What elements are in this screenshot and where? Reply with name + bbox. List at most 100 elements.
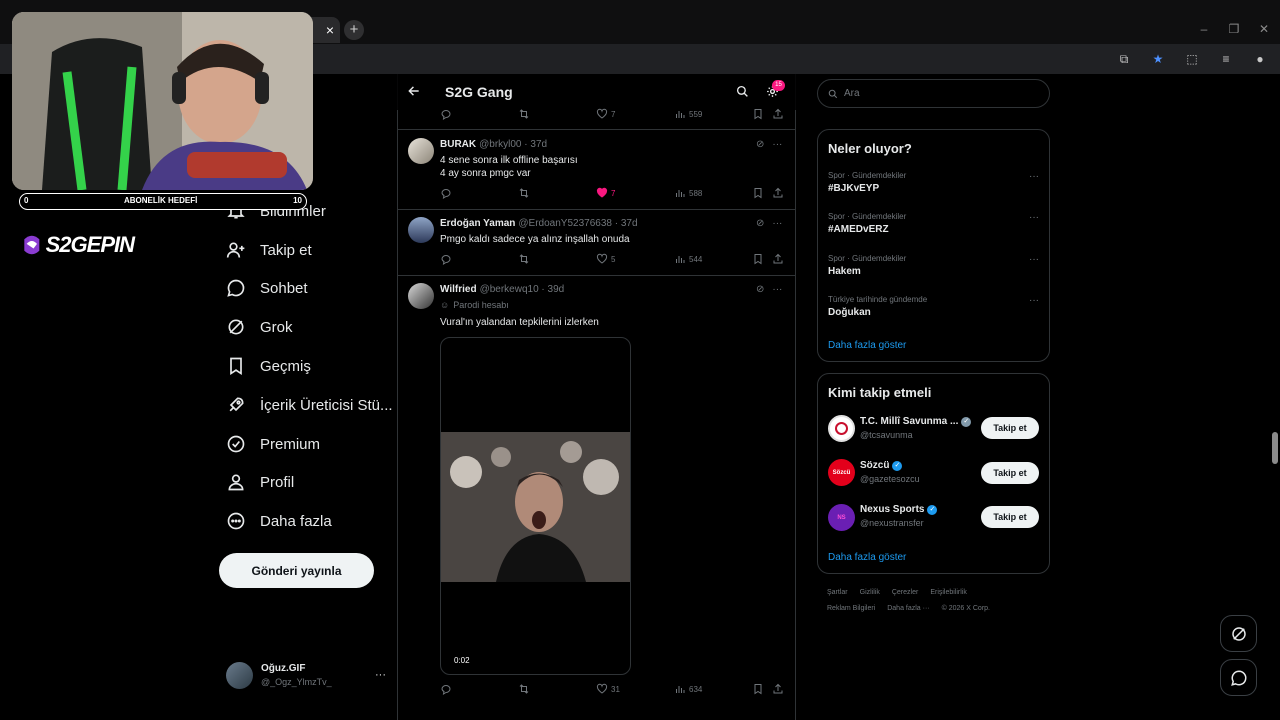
share-button[interactable] (772, 187, 784, 199)
trend-item[interactable]: Türkiye tarihinde gündemde Doğukan (828, 295, 1038, 318)
tweet[interactable] (408, 138, 434, 164)
who-item[interactable]: T.C. Millî Savunma ... ✓ @tcsavunma (860, 416, 978, 440)
like-button[interactable]: 7 (596, 187, 615, 199)
tweet-divider (398, 209, 795, 210)
views-button[interactable]: 588 (674, 187, 702, 199)
nav-creator-studio[interactable]: İçerik Üreticisi Stü... (226, 386, 393, 424)
views-button[interactable]: 544 (674, 253, 702, 265)
trend-more-icon[interactable]: ··· (1029, 171, 1039, 182)
follow-button[interactable]: Takip et (981, 417, 1039, 439)
account-more-icon[interactable]: ··· (375, 669, 386, 681)
trend-more-icon[interactable]: ··· (1029, 254, 1039, 265)
close-window-button[interactable]: ✕ (1252, 18, 1276, 40)
post-button[interactable]: Gönderi yayınla (219, 553, 374, 588)
bookmark-button[interactable] (752, 108, 764, 120)
tweet-author-handle[interactable]: @brkyl00 · 37d (479, 139, 547, 150)
share-button[interactable] (772, 253, 784, 265)
more-options-icon[interactable]: ··· (772, 218, 782, 230)
views-button[interactable]: 634 (674, 683, 702, 695)
like-count: 31 (611, 684, 620, 694)
trend-item[interactable]: Spor · Gündemdekiler Hakem (828, 254, 1038, 277)
search-icon[interactable] (736, 85, 749, 98)
nav-follow[interactable]: Takip et (226, 231, 312, 269)
who-item[interactable]: Sözcü ✓ @gazetesozcu (860, 460, 978, 484)
new-tab-button[interactable]: + (344, 20, 364, 40)
minimize-button[interactable]: – (1192, 18, 1216, 40)
reply-button[interactable] (440, 683, 452, 695)
media-icon[interactable]: ≡ (1216, 52, 1236, 66)
tweet-divider (398, 129, 795, 130)
bookmark-button[interactable] (752, 187, 764, 199)
nav-grok[interactable]: Grok (226, 308, 293, 346)
account-switcher[interactable]: Oğuz.GIF @_Ogz_YlmzTv_ ··· (226, 657, 386, 693)
nav-more[interactable]: Daha fazla (226, 502, 332, 540)
bookmark-button[interactable] (752, 683, 764, 695)
scrollbar-thumb[interactable] (1272, 432, 1278, 464)
search-input[interactable] (844, 88, 1024, 99)
bookmark-star-icon[interactable]: ★ (1148, 52, 1168, 66)
trend-item[interactable]: Spor · Gündemdekiler #BJKvEYP (828, 171, 1038, 194)
footer-link[interactable]: Daha fazla ··· (887, 605, 929, 612)
reply-button[interactable] (440, 108, 452, 120)
tweet-video[interactable]: 0:02 (440, 337, 631, 675)
tweet-text-line: 4 sene sonra ilk offline başarısı (440, 155, 578, 166)
reply-button[interactable] (440, 187, 452, 199)
tweet-author-name[interactable]: BURAK (440, 139, 476, 150)
trends-show-more-link[interactable]: Daha fazla göster (828, 340, 906, 351)
grok-icon[interactable]: ⊘ (756, 139, 764, 151)
like-button[interactable]: 31 (596, 683, 620, 695)
search-box[interactable] (817, 79, 1050, 108)
restore-button[interactable]: ❐ (1222, 18, 1246, 40)
follow-button[interactable]: Takip et (981, 506, 1039, 528)
tab-close-icon[interactable]: × (320, 20, 340, 40)
footer-link[interactable]: Gizlilik (860, 589, 880, 596)
footer-link[interactable]: Çerezler (892, 589, 918, 596)
grok-icon[interactable]: ⊘ (756, 284, 764, 296)
grok-fab[interactable] (1220, 615, 1257, 652)
tweet[interactable] (408, 283, 434, 309)
trend-more-icon[interactable]: ··· (1029, 295, 1039, 306)
who-item[interactable]: Nexus Sports ✓ @nexustransfer (860, 504, 978, 528)
install-app-icon[interactable]: ⧉ (1114, 52, 1134, 67)
more-options-icon[interactable]: ··· (772, 139, 782, 151)
footer-link[interactable]: Şartlar (827, 589, 848, 596)
follow-icon (226, 240, 246, 260)
extensions-icon[interactable]: ⬚ (1182, 52, 1202, 66)
reply-button[interactable] (440, 253, 452, 265)
views-button[interactable]: 559 (674, 108, 702, 120)
nav-profile[interactable]: Profil (226, 463, 294, 501)
tweet-author-name[interactable]: Erdoğan Yaman (440, 218, 515, 229)
who-show-more-link[interactable]: Daha fazla göster (828, 552, 906, 563)
like-button[interactable]: 7 (596, 108, 615, 120)
repost-button[interactable] (518, 187, 530, 199)
follow-button[interactable]: Takip et (981, 462, 1039, 484)
trend-more-icon[interactable]: ··· (1029, 212, 1039, 223)
more-options-icon[interactable]: ··· (772, 284, 782, 296)
nexus-logo-icon: NS (837, 514, 846, 521)
person-icon (226, 472, 246, 492)
avatar: NS (828, 504, 855, 531)
nav-bookmarks[interactable]: Geçmiş (226, 347, 311, 385)
tweet-author-name[interactable]: Wilfried (440, 284, 477, 295)
back-arrow-icon[interactable] (407, 84, 421, 98)
messages-fab[interactable] (1220, 659, 1257, 696)
trend-item[interactable]: Spor · Gündemdekiler #AMEDvERZ (828, 212, 1038, 235)
bookmark-button[interactable] (752, 253, 764, 265)
grok-icon[interactable]: ⊘ (756, 218, 764, 230)
repost-button[interactable] (518, 683, 530, 695)
tweet-author-handle[interactable]: @berkewq10 · 39d (480, 284, 565, 295)
nav-premium[interactable]: Premium (226, 425, 320, 463)
tweet[interactable] (408, 217, 434, 243)
repost-button[interactable] (518, 253, 530, 265)
tweet-author-handle[interactable]: @ErdoanY52376638 · 37d (518, 218, 637, 229)
footer-link[interactable]: Erişilebilirlik (930, 589, 967, 596)
browser-avatar-icon[interactable]: ● (1250, 52, 1270, 66)
footer-link[interactable]: Reklam Bilgileri (827, 605, 875, 612)
footer-links: Şartlar Gizlilik Çerezler Erişilebilirli… (827, 589, 967, 596)
nav-chat[interactable]: Sohbet (226, 269, 308, 307)
repost-button[interactable] (518, 108, 530, 120)
share-button[interactable] (772, 683, 784, 695)
settings-badge: 15 (772, 80, 785, 91)
like-button[interactable]: 5 (596, 253, 615, 265)
share-button[interactable] (772, 108, 784, 120)
